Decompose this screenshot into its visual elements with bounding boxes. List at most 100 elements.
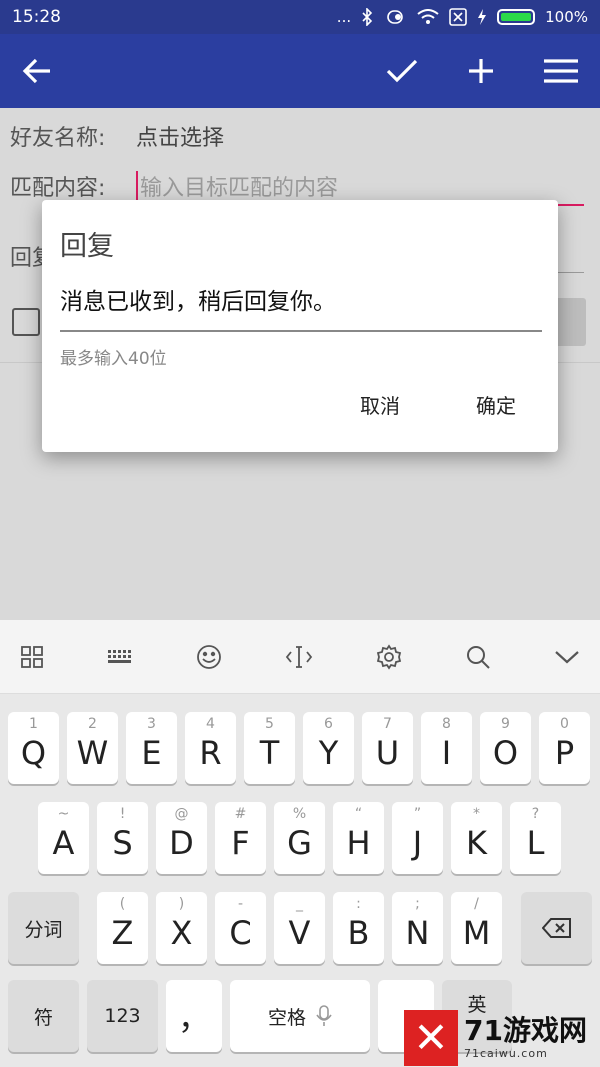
cancel-button[interactable]: 取消 <box>360 390 400 419</box>
key-hint: ) <box>178 896 185 912</box>
key-label: F <box>231 824 250 862</box>
key-s[interactable]: ! S <box>97 802 148 874</box>
key-label: R <box>199 734 222 772</box>
checkmark-icon[interactable] <box>386 58 418 84</box>
key-k[interactable]: * K <box>451 802 502 874</box>
key-hint: 5 <box>265 716 274 732</box>
key-label: W <box>76 734 109 772</box>
symbol-key[interactable]: 符 <box>8 980 79 1052</box>
hamburger-menu-icon[interactable] <box>544 59 578 83</box>
key-hint: ; <box>415 896 420 912</box>
key-hint: 9 <box>501 716 510 732</box>
key-label: U <box>375 734 400 772</box>
key-label: S <box>112 824 133 862</box>
key-h[interactable]: “H <box>333 802 384 874</box>
key-f[interactable]: # F <box>215 802 266 874</box>
ok-button[interactable]: 确定 <box>476 390 516 419</box>
microphone-icon <box>316 1005 332 1027</box>
key-label: O <box>492 734 519 772</box>
settings-gear-icon[interactable] <box>376 643 402 670</box>
option-checkbox[interactable] <box>12 308 40 336</box>
key-hint: “ <box>354 806 363 822</box>
comma-key[interactable]: ， <box>166 980 222 1052</box>
key-o[interactable]: 9O <box>480 712 531 784</box>
space-key[interactable]: 空格 <box>230 980 370 1052</box>
key-hint: ~ <box>57 806 70 822</box>
key-w[interactable]: 2W <box>67 712 118 784</box>
no-sim-icon <box>449 8 467 26</box>
key-hint: 7 <box>383 716 392 732</box>
search-icon[interactable] <box>465 644 491 670</box>
key-x[interactable]: ) X <box>156 892 207 964</box>
key-d[interactable]: @ D <box>156 802 207 874</box>
key-e[interactable]: 3E <box>126 712 177 784</box>
app-bar-actions <box>386 58 578 84</box>
key-i[interactable]: 8I <box>421 712 472 784</box>
keyboard-icon[interactable] <box>107 648 133 666</box>
key-p[interactable]: 0P <box>539 712 590 784</box>
key-hint: 2 <box>88 716 97 732</box>
key-label: E <box>141 734 162 772</box>
watermark-domain: 71caiwu.com <box>464 1047 548 1060</box>
collapse-chevron-icon[interactable] <box>554 649 580 665</box>
arrow-left-icon[interactable] <box>22 57 52 85</box>
key-t[interactable]: 5T <box>244 712 295 784</box>
battery-percent: 100% <box>545 8 588 26</box>
battery-icon <box>497 9 536 25</box>
key-hint: 8 <box>442 716 451 732</box>
comma-key-label: ， <box>177 999 210 1037</box>
backspace-key[interactable] <box>521 892 592 964</box>
number-key-label: 123 <box>104 1005 141 1027</box>
key-label: G <box>287 824 312 862</box>
key-hint: 4 <box>206 716 215 732</box>
match-label: 匹配内容: <box>10 176 106 201</box>
key-hint: @ <box>174 806 189 822</box>
key-a[interactable]: ~ A <box>38 802 89 874</box>
backspace-icon <box>541 917 572 939</box>
key-label: H <box>346 824 371 862</box>
dialog-title: 回复 <box>60 231 114 262</box>
symbol-key-label: 符 <box>33 1006 53 1029</box>
key-hint: # <box>234 806 247 822</box>
app-bar <box>0 34 600 108</box>
key-label: N <box>405 914 430 952</box>
charging-icon <box>477 9 487 25</box>
key-z[interactable]: (Z <box>97 892 148 964</box>
key-label: D <box>169 824 194 862</box>
key-m[interactable]: / M <box>451 892 502 964</box>
key-y[interactable]: 6Y <box>303 712 354 784</box>
key-hint: 6 <box>324 716 333 732</box>
key-q[interactable]: 1Q <box>8 712 59 784</box>
plus-icon[interactable] <box>468 58 494 84</box>
grid-icon[interactable] <box>20 645 44 669</box>
key-label: P <box>554 734 575 772</box>
site-watermark: ✕ 71游戏网 71caiwu.com <box>404 1008 600 1067</box>
status-bar: 15:28 ... 100% <box>0 0 600 34</box>
key-label: M <box>462 914 491 952</box>
key-b[interactable]: :B <box>333 892 384 964</box>
friend-row[interactable]: 好友名称: 点击选择 <box>10 120 224 152</box>
key-j[interactable]: ” J <box>392 802 443 874</box>
key-l[interactable]: ? L <box>510 802 561 874</box>
friend-select[interactable]: 点击选择 <box>136 120 224 152</box>
max-length-hint: 最多输入40位 <box>60 349 167 369</box>
emoji-icon[interactable] <box>196 644 222 670</box>
fenci-key[interactable]: 分词 <box>8 892 79 964</box>
watermark-text: 71游戏网 71caiwu.com <box>464 1014 587 1061</box>
key-c[interactable]: -C <box>215 892 266 964</box>
key-u[interactable]: 7U <box>362 712 413 784</box>
cursor-icon[interactable] <box>285 644 313 670</box>
key-hint: : <box>356 896 361 912</box>
key-v[interactable]: _ V <box>274 892 325 964</box>
reply-text-input[interactable]: 消息已收到，稍后回复你。 <box>60 282 542 316</box>
space-key-label: 空格 <box>267 1006 306 1029</box>
key-label: K <box>466 824 487 862</box>
key-hint: 1 <box>29 716 38 732</box>
watermark-brand: 71游戏网 <box>464 1014 587 1047</box>
match-input[interactable]: 输入目标匹配的内容 <box>140 170 338 202</box>
number-key[interactable]: 123 <box>87 980 158 1052</box>
key-r[interactable]: 4R <box>185 712 236 784</box>
key-g[interactable]: % G <box>274 802 325 874</box>
key-n[interactable]: ; N <box>392 892 443 964</box>
key-hint: / <box>474 896 479 912</box>
